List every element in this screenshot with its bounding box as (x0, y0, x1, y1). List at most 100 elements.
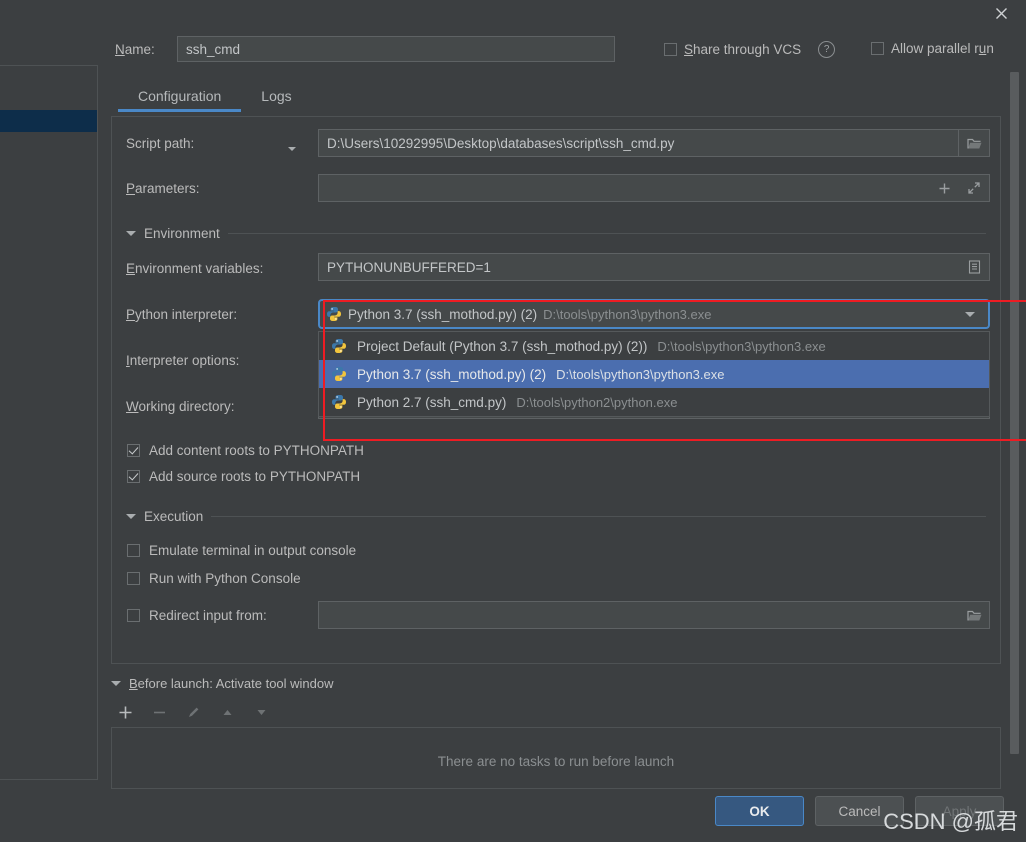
cancel-button[interactable]: Cancel (815, 796, 904, 826)
emulate-terminal-label: Emulate terminal in output console (149, 543, 357, 558)
dialog-tabs: Configuration Logs (118, 82, 312, 112)
script-path-browse-button[interactable] (958, 130, 989, 156)
run-with-python-console-label: Run with Python Console (149, 571, 301, 586)
run-configuration-dialog: Name: Share through VCS ? Allow parallel… (98, 0, 1026, 842)
allow-parallel-run-label: Allow parallel run (891, 41, 994, 56)
edit-task-button[interactable] (184, 703, 202, 721)
before-launch-empty-message: There are no tasks to run before launch (437, 754, 675, 769)
allow-parallel-run-checkbox[interactable] (871, 42, 884, 55)
environment-variables-value: PYTHONUNBUFFERED=1 (327, 259, 491, 275)
script-path-field[interactable]: D:\Users\10292995\Desktop\databases\scri… (318, 129, 990, 157)
redirect-input-label: Redirect input from: (149, 608, 267, 623)
before-launch-label: Before launch: Activate tool window (129, 676, 334, 691)
bottom-strip (0, 832, 1026, 842)
execution-section-header[interactable]: Execution (126, 509, 986, 524)
close-icon[interactable] (984, 0, 1018, 26)
environment-variables-label: Environment variables: (126, 261, 263, 276)
python-logo-icon (331, 394, 347, 410)
env-label-rest: nvironment variables: (135, 261, 264, 276)
name-input[interactable] (177, 36, 615, 62)
configuration-panel: Script path: D:\Users\10292995\Desktop\d… (111, 116, 1026, 664)
before-launch-toolbar (116, 703, 270, 721)
execution-collapse-icon[interactable] (126, 514, 136, 519)
environment-variables-field[interactable]: PYTHONUNBUFFERED=1 (318, 253, 990, 281)
vertical-scrollbar-thumb[interactable] (1010, 72, 1019, 754)
parameters-expand-button[interactable] (959, 175, 989, 201)
add-source-roots-row[interactable]: Add source roots to PYTHONPATH (127, 469, 360, 484)
tab-configuration[interactable]: Configuration (118, 82, 242, 112)
configurations-tree-panel[interactable] (0, 65, 98, 780)
python-logo-icon (326, 306, 342, 322)
working-directory-label: Working directory: (126, 399, 235, 414)
add-source-roots-label: Add source roots to PYTHONPATH (149, 469, 361, 484)
script-path-value: D:\Users\10292995\Desktop\databases\scri… (327, 135, 675, 151)
dropdown-option-python37[interactable]: Python 3.7 (ssh_mothod.py) (2) D:\tools\… (319, 360, 989, 388)
tree-row[interactable] (0, 88, 97, 110)
run-with-python-console-row[interactable]: Run with Python Console (127, 571, 301, 586)
name-label: Name: (115, 42, 155, 57)
tab-logs[interactable]: Logs (241, 82, 311, 112)
dropdown-option-text: Python 2.7 (ssh_cmd.py) (357, 394, 507, 410)
dropdown-option-path: D:\tools\python3\python3.exe (657, 338, 826, 354)
interpreter-options-label: Interpreter options: (126, 353, 239, 368)
python-interpreter-combobox[interactable]: Python 3.7 (ssh_mothod.py) (2) D:\tools\… (318, 299, 990, 329)
before-launch-section-header[interactable]: Before launch: Activate tool window (111, 676, 1001, 691)
python-interpreter-label: Python interpreter: (126, 307, 237, 322)
dropdown-option-python27[interactable]: Python 2.7 (ssh_cmd.py) D:\tools\python2… (319, 388, 989, 416)
dropdown-option-text: Project Default (Python 3.7 (ssh_mothod.… (357, 338, 648, 354)
help-icon[interactable]: ? (818, 41, 836, 58)
move-down-button[interactable] (252, 703, 270, 721)
parameters-label: Parameters: (126, 181, 200, 196)
environment-section-header[interactable]: Environment (126, 226, 986, 241)
interp-label-mnemonic: P (126, 307, 136, 322)
dropdown-option-project-default[interactable]: Project Default (Python 3.7 (ssh_mothod.… (319, 332, 989, 360)
wd-label-rest: orking directory: (138, 399, 235, 414)
redirect-input-row[interactable]: Redirect input from: (127, 608, 267, 623)
before-launch-task-list[interactable]: There are no tasks to run before launch (111, 727, 1001, 789)
script-path-mode-chevron-icon[interactable] (288, 139, 296, 154)
run-with-python-console-checkbox[interactable] (127, 572, 140, 585)
redirect-input-checkbox[interactable] (127, 609, 140, 622)
add-content-roots-row[interactable]: Add content roots to PYTHONPATH (127, 443, 364, 458)
redirect-input-browse-button[interactable] (959, 602, 989, 628)
python-logo-icon (331, 338, 347, 354)
parameters-label-rest: arameters: (135, 181, 200, 196)
python-interpreter-selected-path: D:\tools\python3\python3.exe (543, 306, 712, 322)
environment-collapse-icon[interactable] (126, 231, 136, 236)
redirect-input-field[interactable] (318, 601, 990, 629)
add-source-roots-checkbox[interactable] (127, 470, 140, 483)
dialog-button-bar: OK Cancel Apply (715, 796, 1004, 826)
chevron-down-icon[interactable] (958, 301, 982, 327)
section-divider (211, 516, 986, 517)
environment-variables-edit-button[interactable] (959, 254, 989, 280)
script-path-label: Script path: (126, 136, 195, 151)
dropdown-option-text: Python 3.7 (ssh_mothod.py) (2) (357, 366, 547, 382)
allow-parallel-run-row[interactable]: Allow parallel run (871, 41, 994, 56)
python-interpreter-dropdown-list[interactable]: Project Default (Python 3.7 (ssh_mothod.… (318, 331, 990, 417)
name-row: Name: Share through VCS ? Allow parallel… (98, 36, 1026, 66)
name-label-mnemonic: N (115, 42, 125, 57)
bl-mnemonic: B (129, 676, 138, 691)
add-task-button[interactable] (116, 703, 134, 721)
share-through-vcs-row[interactable]: Share through VCS ? (664, 41, 836, 58)
remove-task-button[interactable] (150, 703, 168, 721)
apply-button[interactable]: Apply (915, 796, 1004, 826)
parameters-field[interactable] (318, 174, 990, 202)
move-up-button[interactable] (218, 703, 236, 721)
bl-rest: efore launch: Activate tool window (137, 676, 334, 691)
parameters-insert-macro-button[interactable] (929, 175, 959, 201)
share-through-vcs-checkbox[interactable] (664, 43, 677, 56)
add-content-roots-checkbox[interactable] (127, 444, 140, 457)
dropdown-option-path: D:\tools\python3\python3.exe (556, 366, 725, 382)
emulate-terminal-checkbox[interactable] (127, 544, 140, 557)
python-logo-icon (331, 366, 347, 382)
env-label-mnemonic: E (126, 261, 136, 276)
ok-button[interactable]: OK (715, 796, 804, 826)
tree-row-selected[interactable] (0, 110, 97, 132)
io-label-rest: nterpreter options: (129, 353, 240, 368)
execution-section-label: Execution (144, 509, 204, 524)
emulate-terminal-row[interactable]: Emulate terminal in output console (127, 543, 356, 558)
add-content-roots-label: Add content roots to PYTHONPATH (149, 443, 364, 458)
before-launch-collapse-icon[interactable] (111, 681, 121, 686)
tree-row[interactable] (0, 66, 97, 88)
